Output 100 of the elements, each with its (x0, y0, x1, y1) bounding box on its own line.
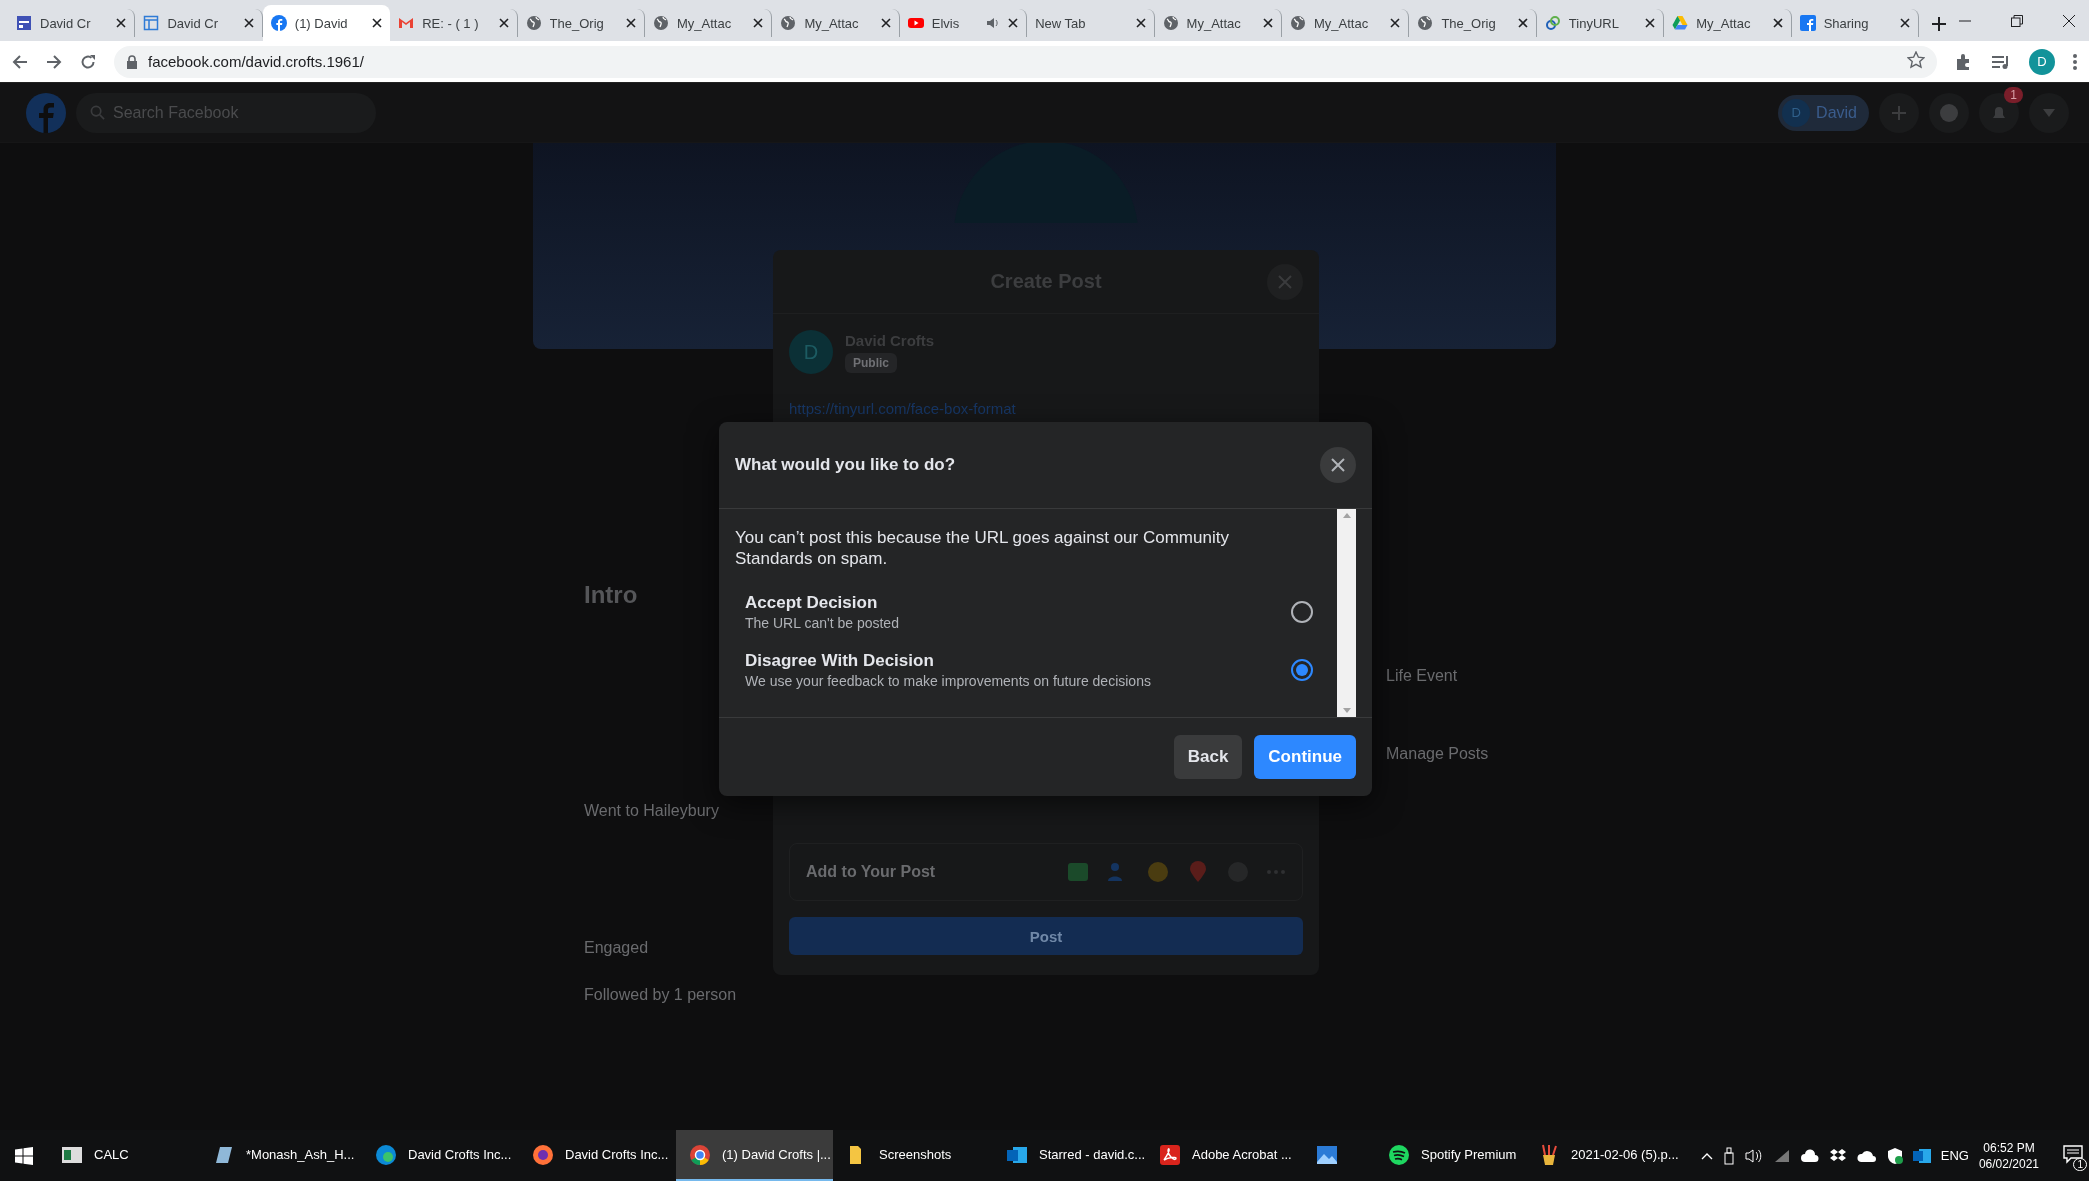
taskbar-item[interactable]: CALC (48, 1130, 200, 1181)
close-icon[interactable] (1517, 18, 1528, 28)
clock[interactable]: 06:52 PM 06/02/2021 (1978, 1139, 2039, 1172)
close-icon[interactable] (116, 18, 127, 28)
close-icon[interactable] (1645, 18, 1656, 28)
browser-tab[interactable]: The_Orig (1409, 9, 1537, 37)
taskbar-label: Screenshots (879, 1147, 952, 1162)
intro-item: Engaged (584, 939, 649, 957)
notification-badge: 1 (2004, 86, 2023, 103)
close-icon[interactable] (2063, 14, 2076, 27)
table-icon (143, 15, 160, 31)
video-icon (907, 15, 924, 31)
cloud-upload-icon[interactable] (1800, 1148, 1819, 1163)
close-icon[interactable] (880, 18, 891, 28)
tab-title: (1) David (294, 15, 349, 31)
chevron-up-icon[interactable] (1700, 1151, 1713, 1160)
back-button[interactable]: Back (1173, 735, 1243, 779)
browser-tab[interactable]: My_Attac (645, 9, 773, 37)
browser-tab[interactable]: My_Attac (1154, 9, 1282, 37)
close-icon[interactable] (243, 18, 254, 28)
browser-tab[interactable]: RE: - ( 1 ) (390, 9, 518, 37)
playlist-icon[interactable] (1991, 53, 2011, 70)
taskbar-label: CALC (94, 1147, 129, 1162)
radio-button[interactable] (1291, 601, 1313, 623)
browser-tab[interactable]: Elvis (899, 9, 1028, 37)
notification-count: 1 (2073, 1158, 2087, 1171)
taskbar-label: Spotify Premium (1421, 1147, 1517, 1162)
close-icon[interactable] (1135, 18, 1146, 28)
taskbar-item[interactable]: *Monash_Ash_H... (200, 1130, 362, 1181)
post-button[interactable]: Post (789, 917, 1303, 955)
taskbar-item[interactable]: Starred - david.c... (993, 1130, 1146, 1181)
browser-tab[interactable]: My_Attac (772, 9, 900, 37)
tab-title: The_Orig (549, 15, 605, 31)
caret-icon (2043, 108, 2055, 117)
star-icon[interactable] (1907, 51, 1925, 69)
action-link[interactable]: Manage Posts (1386, 745, 1489, 763)
close-icon[interactable] (626, 18, 636, 28)
tab-title: My_Attac (1186, 15, 1242, 31)
decision-option[interactable]: Disagree With Decision We use your feedback to make improvements on future decisions (735, 641, 1323, 699)
taskbar-item[interactable]: 2021-02-06 (5).p... (1525, 1130, 1695, 1181)
taskbar-item[interactable]: (1) David Crofts |... (676, 1130, 833, 1181)
shield-icon[interactable] (1886, 1146, 1903, 1165)
close-icon[interactable] (1772, 18, 1783, 28)
decision-option[interactable]: Accept Decision The URL can't be posted (735, 583, 1323, 641)
restore-icon[interactable] (2011, 14, 2024, 27)
close-icon[interactable] (498, 18, 509, 28)
back-icon[interactable] (12, 53, 28, 70)
globe-icon (525, 15, 542, 31)
taskbar-item[interactable]: Spotify Premium (1375, 1130, 1525, 1181)
globe-icon (1290, 15, 1306, 31)
reload-icon[interactable] (80, 53, 96, 70)
browser-tab[interactable]: My_Attac (1664, 9, 1792, 37)
dropbox-icon[interactable] (1828, 1147, 1847, 1164)
facebook-icon (270, 15, 287, 31)
browser-tab[interactable]: Sharing (1791, 9, 1920, 37)
taskbar-item[interactable]: Screenshots (833, 1130, 993, 1181)
speaker-icon[interactable] (1744, 1147, 1763, 1164)
close-icon[interactable] (1263, 18, 1273, 28)
browser-tab[interactable]: My_Attac (1282, 9, 1410, 37)
intro-item: Went to Haileybury (584, 802, 719, 820)
globe-icon (1417, 15, 1434, 31)
action-link[interactable]: Life Event (1386, 667, 1458, 685)
close-icon[interactable] (1008, 18, 1019, 28)
taskbar-item[interactable]: Adobe Acrobat ... (1146, 1130, 1303, 1181)
close-button[interactable] (1320, 447, 1356, 483)
usb-icon[interactable] (1722, 1146, 1735, 1165)
chrome-icon (688, 1142, 712, 1167)
tab-title: David Cr (167, 15, 219, 31)
browser-tab[interactable]: David Cr (8, 9, 136, 37)
language-indicator[interactable]: ENG (1940, 1148, 1969, 1163)
mail-icon[interactable] (1912, 1146, 1931, 1165)
tab-title: My_Attac (804, 15, 860, 31)
tab-title: The_Orig (1441, 15, 1497, 31)
close-icon[interactable] (753, 18, 764, 28)
browser-tab[interactable]: David Cr (135, 9, 263, 37)
radio-button[interactable] (1291, 659, 1313, 681)
taskbar-item[interactable]: David Crofts Inc... (362, 1130, 519, 1181)
menu-icon[interactable] (2073, 53, 2077, 70)
browser-tab[interactable]: The_Orig (517, 9, 645, 37)
option-description: The URL can't be posted (745, 615, 900, 631)
intro-title: Intro (584, 581, 638, 609)
close-icon[interactable] (1900, 18, 1911, 28)
close-icon[interactable] (1390, 18, 1401, 28)
globe-icon (653, 15, 669, 31)
browser-tab[interactable]: (1) David (262, 5, 391, 41)
profile-avatar[interactable]: D (2029, 48, 2055, 75)
plus-icon[interactable] (1931, 16, 1948, 32)
browser-tab[interactable]: New Tab (1027, 9, 1155, 37)
cloud-icon[interactable] (1856, 1149, 1877, 1162)
address-bar[interactable]: facebook.com/david.crofts.1961/ (114, 45, 1937, 78)
taskbar-item[interactable]: David Crofts Inc... (519, 1130, 676, 1181)
close-icon[interactable] (372, 18, 383, 28)
firefox-icon (531, 1142, 555, 1167)
forward-icon[interactable] (46, 53, 62, 70)
tab-title: My_Attac (1314, 15, 1370, 31)
tab-title: My_Attac (677, 15, 733, 31)
spotify-icon (1387, 1142, 1411, 1167)
tab-title: Elvis (931, 15, 961, 31)
browser-tab[interactable]: TinyURL (1536, 9, 1665, 37)
tab-title: TinyURL (1568, 15, 1620, 31)
